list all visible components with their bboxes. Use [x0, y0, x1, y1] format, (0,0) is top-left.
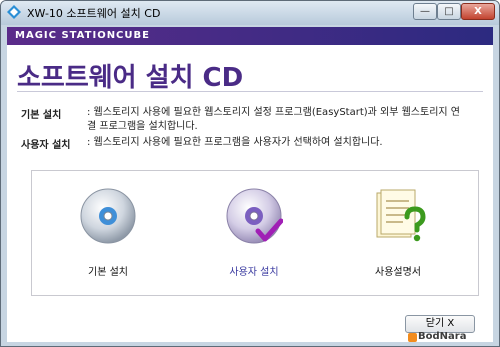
main-panel: 소프트웨어 설치 CD 기본 설치 : 웹스토리지 사용에 필요한 웹스토리지 …: [7, 45, 493, 342]
manual-option[interactable]: 사용설명서: [338, 179, 458, 287]
description-text: : 웹스토리지 사용에 필요한 웹스토리지 설정 프로그램(EasyStart)…: [87, 107, 460, 132]
brand-bar: MAGIC STATIONCUBE: [7, 27, 493, 45]
option-label: 사용자 설치: [229, 267, 279, 278]
watermark: BodNara: [418, 331, 467, 342]
cd-icon: [80, 188, 136, 244]
manual-help-icon: [376, 189, 426, 242]
custom-install-option[interactable]: 사용자 설치: [194, 179, 314, 287]
description-text: : 웹스토리지 사용에 필요한 프로그램을 사용자가 선택하여 설치합니다.: [87, 137, 383, 148]
description-label: 사용자 설치: [21, 140, 71, 151]
installer-window: XW-10 소프트웨어 설치 CD — □ X MAGIC STATIONCUB…: [0, 0, 500, 347]
option-label: 기본 설치: [88, 267, 128, 278]
brand-logo: MAGIC STATIONCUBE: [15, 30, 150, 41]
close-window-button[interactable]: X: [461, 3, 495, 20]
page-title: 소프트웨어 설치 CD: [17, 63, 244, 93]
minimize-button[interactable]: —: [413, 3, 437, 20]
maximize-button[interactable]: □: [437, 3, 461, 20]
divider: [17, 91, 483, 92]
install-options-panel: 기본 설치 사용자 설치 사용설명서: [31, 170, 479, 296]
app-icon: [7, 5, 21, 19]
watermark-logo: [408, 333, 417, 342]
description-custom-install: 사용자 설치 : 웹스토리지 사용에 필요한 프로그램을 사용자가 선택하여 설…: [21, 136, 383, 151]
description-label: 기본 설치: [21, 110, 62, 121]
option-label: 사용설명서: [375, 267, 421, 278]
title-bar[interactable]: XW-10 소프트웨어 설치 CD — □ X: [1, 1, 499, 25]
cd-check-icon: [226, 188, 283, 244]
window-title: XW-10 소프트웨어 설치 CD: [27, 7, 161, 20]
description-basic-install: 기본 설치 : 웹스토리지 사용에 필요한 웹스토리지 설정 프로그램(Easy…: [21, 106, 460, 132]
basic-install-option[interactable]: 기본 설치: [48, 179, 168, 287]
